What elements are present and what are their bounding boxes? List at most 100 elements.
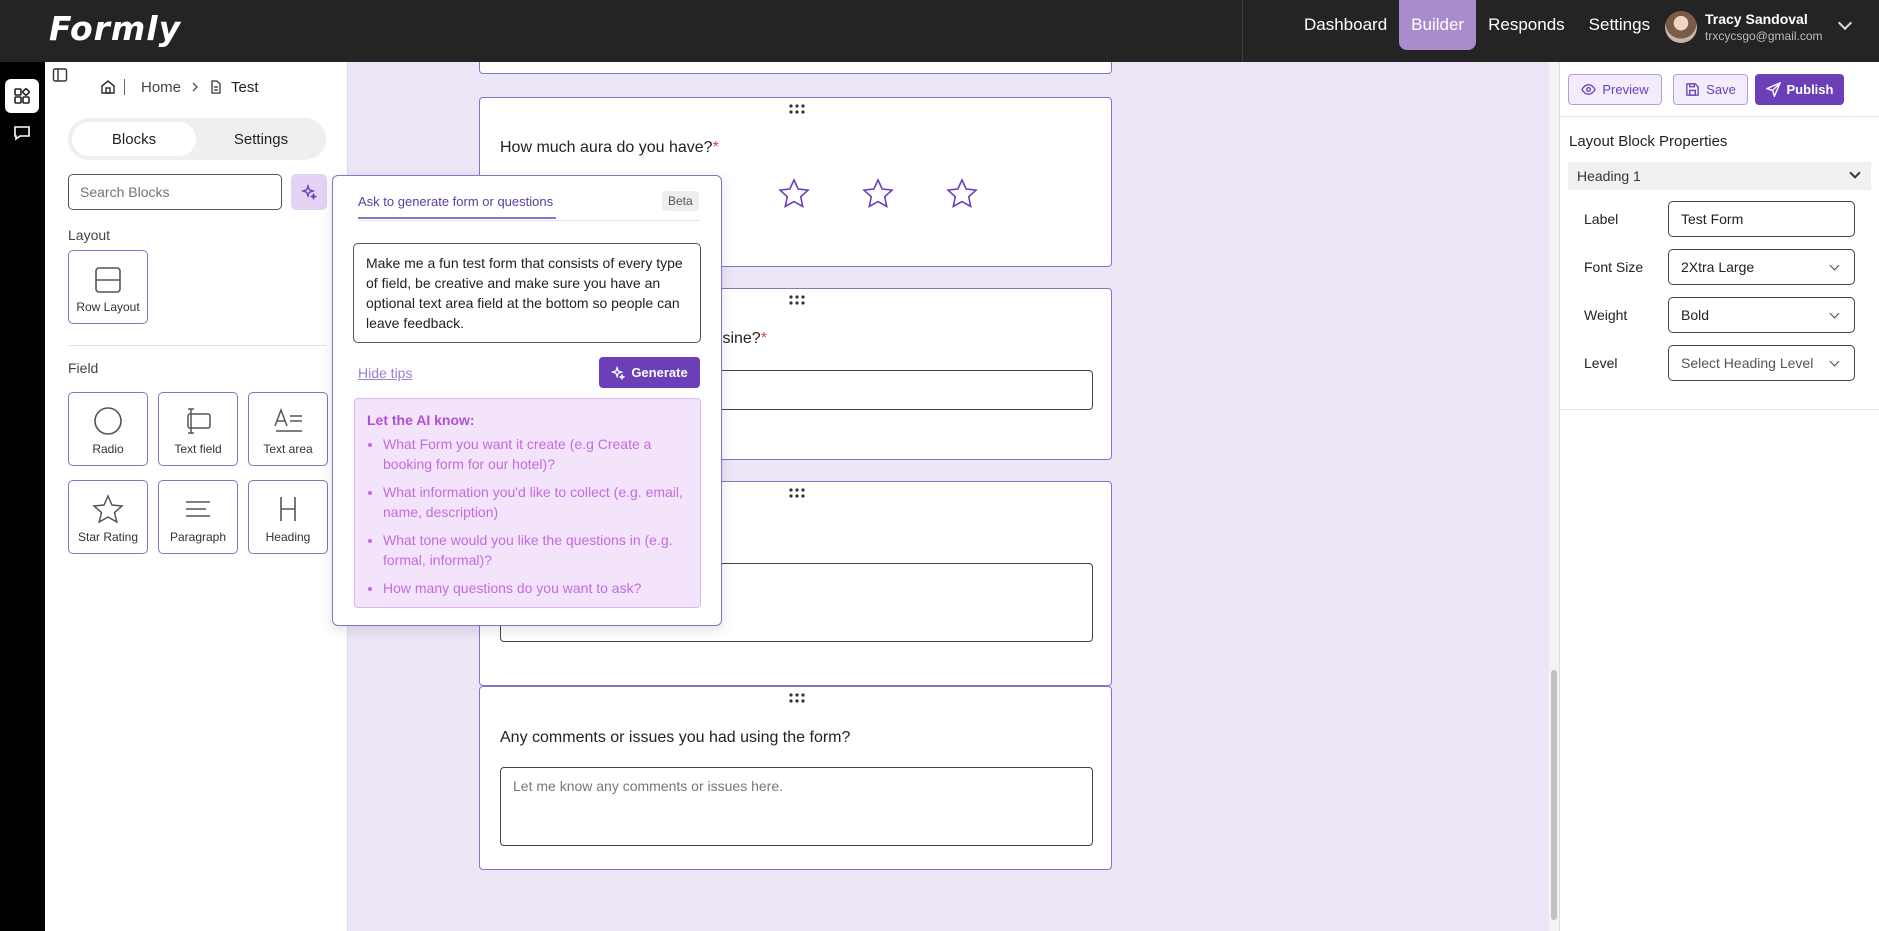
scrollbar-thumb[interactable] [1551, 670, 1557, 920]
textarea-placeholder: Let me know any comments or issues here. [513, 778, 784, 794]
blocks-panel: Home Test Blocks Settings Layout Row Lay… [45, 62, 348, 931]
chevron-down-icon[interactable] [1837, 15, 1853, 31]
search-input[interactable] [68, 174, 282, 210]
tip-item: What tone would you like the questions i… [383, 530, 688, 570]
breadcrumb-separator [124, 79, 125, 95]
blocks-icon [14, 88, 30, 104]
nav-responds[interactable]: Responds [1476, 0, 1577, 50]
question-label: How much aura do you have?* [500, 139, 719, 157]
heading-accordion[interactable]: Heading 1 [1568, 162, 1871, 190]
accordion-label: Heading 1 [1577, 168, 1641, 184]
block-label: Text field [174, 442, 222, 456]
nav-builder[interactable]: Builder [1399, 0, 1477, 50]
font-size-select[interactable]: 2Xtra Large [1668, 249, 1855, 285]
weight-value: Bold [1681, 307, 1710, 323]
row-layout-icon [95, 267, 121, 293]
block-label: Row Layout [76, 300, 140, 314]
tab-underline [358, 220, 700, 221]
publish-label: Publish [1786, 82, 1834, 97]
user-menu[interactable]: Tracy Sandoval trxcycsgo@gmail.com [1665, 11, 1823, 43]
block-text-area[interactable]: Text area [248, 392, 328, 466]
chevron-down-icon [1829, 308, 1840, 319]
label-input[interactable]: Test Form [1668, 201, 1855, 237]
tab-ask-ai[interactable]: Ask to generate form or questions [358, 194, 556, 219]
block-text-field[interactable]: Text field [158, 392, 238, 466]
save-button[interactable]: Save [1673, 74, 1748, 105]
star-icon[interactable] [946, 178, 978, 210]
tab-blocks[interactable]: Blocks [72, 122, 196, 156]
tip-item: What Form you want it create (e.g Create… [383, 434, 688, 474]
chevron-down-icon [1829, 356, 1840, 367]
app-logo[interactable]: Formly [49, 9, 181, 48]
comments-textarea[interactable]: Let me know any comments or issues here. [500, 767, 1093, 846]
weight-select[interactable]: Bold [1668, 297, 1855, 333]
paragraph-icon [186, 501, 210, 517]
sparkle-icon [301, 184, 317, 200]
sparkle-icon [611, 365, 626, 380]
ai-generate-button[interactable] [291, 174, 327, 210]
blocks-rail-button[interactable] [5, 79, 39, 113]
hide-tips-link[interactable]: Hide tips [358, 365, 412, 381]
drag-handle-icon[interactable] [789, 295, 805, 305]
chat-rail-button[interactable] [5, 116, 39, 150]
star-icon[interactable] [778, 178, 810, 210]
user-info: Tracy Sandoval trxcycsgo@gmail.com [1705, 11, 1823, 43]
save-label: Save [1706, 82, 1736, 97]
chevron-down-icon [1849, 167, 1861, 179]
icon-rail [0, 62, 45, 931]
required-marker: * [760, 330, 767, 347]
eye-icon [1581, 84, 1597, 95]
block-star-rating[interactable]: Star Rating [68, 480, 148, 554]
text-area-icon [274, 407, 302, 432]
block-label: Paragraph [169, 530, 227, 544]
heading-icon [280, 497, 296, 521]
drag-handle-icon[interactable] [789, 104, 805, 114]
block-label: Heading [265, 530, 311, 544]
ai-prompt-textarea[interactable]: Make me a fun test form that consists of… [353, 243, 701, 343]
layout-section-label: Layout [68, 227, 111, 243]
block-label: Radio [92, 442, 124, 456]
action-bar: Preview Save Publish [1560, 62, 1879, 117]
radio-icon [94, 407, 122, 435]
breadcrumb-current[interactable]: Test [231, 79, 259, 96]
avatar[interactable] [1665, 11, 1697, 43]
block-label: Star Rating [77, 530, 139, 544]
nav-dashboard[interactable]: Dashboard [1292, 0, 1399, 50]
preview-button[interactable]: Preview [1568, 74, 1662, 105]
top-bar: Formly Dashboard Builder Responds Settin… [0, 0, 1879, 62]
font-size-prop-label: Font Size [1584, 259, 1644, 275]
generate-button[interactable]: Generate [599, 357, 700, 388]
send-icon [1765, 82, 1781, 97]
block-heading[interactable]: Heading [248, 480, 328, 554]
level-prop-label: Level [1584, 355, 1618, 371]
home-icon[interactable] [100, 79, 116, 95]
block-label: Text area [263, 442, 313, 456]
drag-handle-icon[interactable] [789, 488, 805, 498]
chevron-down-icon [1829, 260, 1840, 271]
star-icon[interactable] [862, 178, 894, 210]
canvas-scrollbar[interactable] [1549, 62, 1559, 931]
breadcrumb-home[interactable]: Home [141, 79, 181, 96]
sidebar-toggle-icon[interactable] [52, 67, 68, 83]
tab-settings[interactable]: Settings [200, 122, 322, 156]
form-card-top[interactable] [479, 62, 1112, 74]
text-field-icon [187, 408, 211, 434]
publish-button[interactable]: Publish [1755, 74, 1844, 105]
tip-item: What information you'd like to collect (… [383, 482, 688, 522]
weight-prop-label: Weight [1584, 307, 1628, 323]
save-icon [1686, 83, 1699, 96]
nav-settings[interactable]: Settings [1577, 0, 1662, 50]
form-card-comments[interactable]: Any comments or issues you had using the… [479, 686, 1112, 870]
tip-item: How many questions do you want to ask? [383, 578, 688, 598]
required-marker: * [712, 139, 719, 156]
block-paragraph[interactable]: Paragraph [158, 480, 238, 554]
top-divider [1242, 0, 1243, 62]
star-icon [92, 494, 124, 524]
drag-handle-icon[interactable] [789, 693, 805, 703]
field-section-label: Field [68, 360, 99, 376]
tips-title: Let the AI know: [367, 412, 475, 428]
block-radio[interactable]: Radio [68, 392, 148, 466]
block-row-layout[interactable]: Row Layout [68, 250, 148, 324]
level-select[interactable]: Select Heading Level [1668, 345, 1855, 381]
level-value: Select Heading Level [1681, 355, 1814, 371]
